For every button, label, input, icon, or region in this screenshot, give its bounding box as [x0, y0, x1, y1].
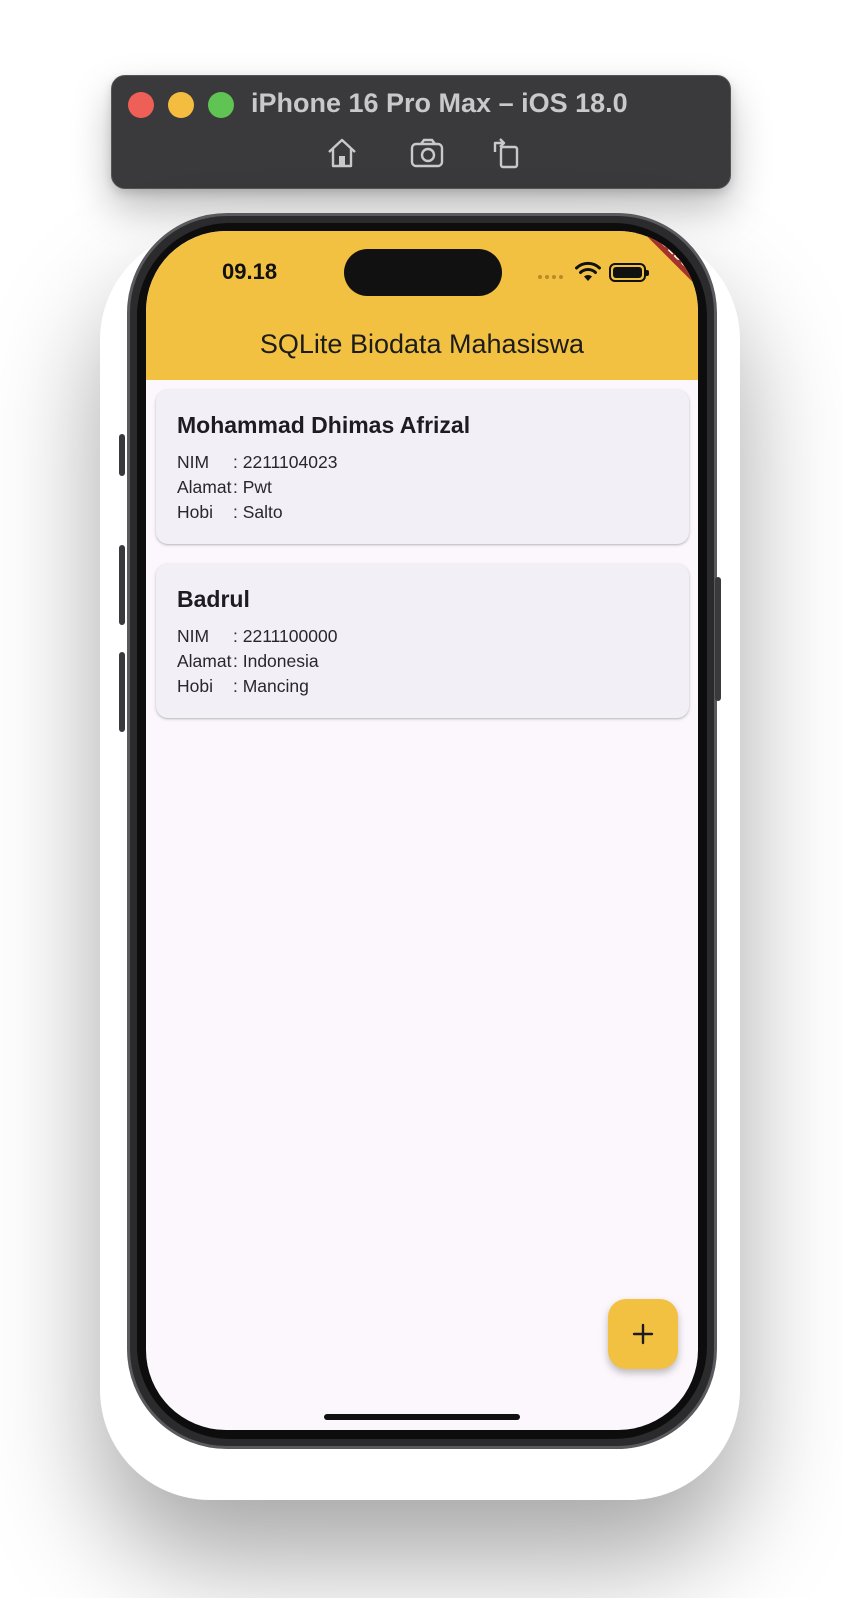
dynamic-island [344, 249, 502, 296]
simulator-title-bar: iPhone 16 Pro Max – iOS 18.0 [111, 75, 731, 189]
alamat-value: : Indonesia [233, 651, 319, 671]
minimize-window-button[interactable] [168, 92, 194, 118]
student-list: Mohammad Dhimas Afrizal NIM : 2211104023… [156, 390, 689, 738]
power-button [715, 577, 721, 701]
nim-row: NIM : 2211100000 [177, 624, 668, 649]
volume-down-button [119, 652, 125, 732]
home-icon[interactable] [323, 134, 361, 172]
alamat-label: Alamat [177, 477, 232, 497]
hobi-row: Hobi : Salto [177, 500, 668, 525]
alamat-value: : Pwt [233, 477, 272, 497]
app-title: SQLite Biodata Mahasiswa [259, 329, 585, 359]
nim-value: : 2211104023 [233, 452, 338, 472]
nim-label: NIM [177, 452, 210, 472]
alamat-label: Alamat [177, 651, 232, 671]
close-window-button[interactable] [128, 92, 154, 118]
student-card[interactable]: Badrul NIM : 2211100000 Alamat : Indones… [156, 564, 689, 718]
signal-icon [538, 275, 563, 279]
battery-icon [609, 263, 649, 282]
nim-value: : 2211100000 [233, 626, 338, 646]
phone-screen: 09.18 SQLite Biodata Mahasiswa DEBUG Moh… [146, 231, 698, 1430]
add-student-button[interactable] [608, 1299, 678, 1369]
action-button [119, 434, 125, 476]
plus-icon [632, 1323, 654, 1345]
app-bar: 09.18 SQLite Biodata Mahasiswa [146, 231, 698, 380]
screenshot-icon[interactable] [409, 134, 447, 172]
student-card[interactable]: Mohammad Dhimas Afrizal NIM : 2211104023… [156, 390, 689, 544]
nim-label: NIM [177, 626, 210, 646]
hobi-label: Hobi [177, 676, 213, 696]
simulator-title: iPhone 16 Pro Max – iOS 18.0 [251, 88, 628, 118]
student-name: Mohammad Dhimas Afrizal [177, 412, 471, 438]
hobi-row: Hobi : Mancing [177, 674, 668, 699]
hobi-value: : Mancing [233, 676, 309, 696]
alamat-row: Alamat : Indonesia [177, 649, 668, 674]
hobi-label: Hobi [177, 502, 213, 522]
status-time: 09.18 [222, 259, 278, 284]
alamat-row: Alamat : Pwt [177, 475, 668, 500]
volume-up-button [119, 545, 125, 625]
zoom-window-button[interactable] [208, 92, 234, 118]
student-name: Badrul [177, 586, 250, 612]
hobi-value: : Salto [233, 502, 283, 522]
rotate-icon[interactable] [487, 134, 525, 172]
wifi-icon [575, 261, 601, 281]
nim-row: NIM : 2211104023 [177, 450, 668, 475]
home-indicator[interactable] [324, 1414, 520, 1420]
